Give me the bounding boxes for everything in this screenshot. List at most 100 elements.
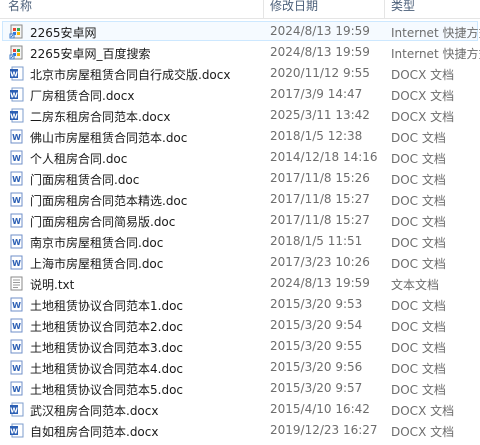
file-row[interactable]: W 门面房租房合同范本精选.doc 2017/11/8 15:27 DOC 文档 <box>0 189 480 210</box>
file-row[interactable]: W 二房东租房合同范本.docx 2025/3/11 13:42 DOCX 文档 <box>0 105 480 126</box>
file-name[interactable]: 说明.txt <box>30 276 74 293</box>
svg-text:W: W <box>12 175 21 184</box>
file-modified-date: 2024/8/13 19:59 <box>270 24 370 38</box>
file-row[interactable]: W 门面房租赁合同.doc 2017/11/8 15:26 DOC 文档 <box>0 168 480 189</box>
file-modified-date: 2020/11/12 9:55 <box>270 66 370 80</box>
file-name[interactable]: 2265安卓网 <box>30 24 97 41</box>
file-row[interactable]: W 土地租赁协议合同范本5.doc 2015/3/20 9:57 DOC 文档 <box>0 378 480 399</box>
file-name[interactable]: 土地租赁协议合同范本4.doc <box>30 360 183 377</box>
svg-text:W: W <box>12 154 21 163</box>
column-header-name[interactable]: 名称 <box>8 0 32 14</box>
file-row[interactable]: W 土地租赁协议合同范本2.doc 2015/3/20 9:54 DOC 文档 <box>0 315 480 336</box>
file-row[interactable]: W 北京市房屋租赁合同自行成交版.docx 2020/11/12 9:55 DOCX … <box>0 63 480 84</box>
svg-text:W: W <box>10 71 18 79</box>
file-row[interactable]: W 个人租房合同.doc 2014/12/18 14:16 DOC 文档 <box>0 147 480 168</box>
file-row[interactable]: W 武汉租房合同范本.docx 2015/4/10 16:42 DOCX 文档 <box>0 399 480 420</box>
file-modified-date: 2018/1/5 12:38 <box>270 129 363 143</box>
file-name[interactable]: 门面房租房合同简易版.doc <box>30 213 175 230</box>
file-type: DOC 文档 <box>391 173 446 187</box>
file-row[interactable]: W 门面房租房合同简易版.doc 2017/11/8 15:27 DOC 文档 <box>0 210 480 231</box>
file-type: DOC 文档 <box>391 257 446 271</box>
word-doc-icon: W <box>9 297 24 312</box>
file-type: DOCX 文档 <box>391 68 455 82</box>
file-name[interactable]: 南京市房屋租赁合同.doc <box>30 234 163 251</box>
file-row[interactable]: 2265安卓网_百度搜索 2024/8/13 19:59 Internet 快捷方式 <box>0 42 480 63</box>
column-divider[interactable] <box>263 0 264 18</box>
file-name[interactable]: 厂房租赁合同.docx <box>30 87 134 104</box>
file-name[interactable]: 门面房租房合同范本精选.doc <box>30 192 187 209</box>
word-doc-icon: W <box>9 381 24 396</box>
file-type: DOC 文档 <box>391 215 446 229</box>
file-row[interactable]: W 自如租房合同范本.docx 2019/12/23 16:27 DOCX 文档 <box>0 420 480 441</box>
word-docx-icon: W <box>9 402 24 417</box>
file-row[interactable]: W 南京市房屋租赁合同.doc 2018/1/5 11:51 DOC 文档 <box>0 231 480 252</box>
file-type: DOCX 文档 <box>391 404 455 418</box>
word-doc-icon: W <box>9 171 24 186</box>
file-type: DOCX 文档 <box>391 110 455 124</box>
word-doc-icon: W <box>9 192 24 207</box>
svg-text:W: W <box>12 259 21 268</box>
file-type: DOC 文档 <box>391 236 446 250</box>
file-type: DOC 文档 <box>391 152 446 166</box>
file-name[interactable]: 土地租赁协议合同范本1.doc <box>30 297 183 314</box>
svg-text:W: W <box>12 385 21 394</box>
file-name[interactable]: 2265安卓网_百度搜索 <box>30 45 151 62</box>
file-type: DOCX 文档 <box>391 425 455 439</box>
file-type: 文本文档 <box>391 278 440 292</box>
file-type: DOCX 文档 <box>391 89 455 103</box>
file-modified-date: 2017/3/9 14:47 <box>270 87 363 101</box>
file-row[interactable]: 说明.txt 2024/8/13 19:59 文本文档 <box>0 273 480 294</box>
column-header-type[interactable]: 类型 <box>391 0 415 14</box>
file-row[interactable]: W 土地租赁协议合同范本4.doc 2015/3/20 9:56 DOC 文档 <box>0 357 480 378</box>
word-doc-icon: W <box>9 150 24 165</box>
file-modified-date: 2024/8/13 19:59 <box>270 45 370 59</box>
word-docx-icon: W <box>9 66 24 81</box>
file-modified-date: 2017/11/8 15:26 <box>270 171 370 185</box>
file-name[interactable]: 上海市房屋租赁合同.doc <box>30 255 163 272</box>
file-name[interactable]: 土地租赁协议合同范本3.doc <box>30 339 183 356</box>
file-row[interactable]: W 上海市房屋租赁合同.doc 2017/3/23 10:26 DOC 文档 <box>0 252 480 273</box>
file-name[interactable]: 佛山市房屋租赁合同范本.doc <box>30 129 187 146</box>
file-row[interactable]: 2265安卓网 2024/8/13 19:59 Internet 快捷方式 <box>0 21 480 42</box>
file-name[interactable]: 门面房租赁合同.doc <box>30 171 139 188</box>
column-divider[interactable] <box>384 0 385 18</box>
file-row[interactable]: W 厂房租赁合同.docx 2017/3/9 14:47 DOCX 文档 <box>0 84 480 105</box>
word-doc-icon: W <box>9 213 24 228</box>
file-modified-date: 2017/11/8 15:27 <box>270 213 370 227</box>
file-name[interactable]: 二房东租房合同范本.docx <box>30 108 170 125</box>
file-row[interactable]: W 佛山市房屋租赁合同范本.doc 2018/1/5 12:38 DOC 文档 <box>0 126 480 147</box>
svg-text:W: W <box>10 407 18 415</box>
file-name[interactable]: 土地租赁协议合同范本5.doc <box>30 381 183 398</box>
word-docx-icon: W <box>9 87 24 102</box>
svg-text:W: W <box>12 343 21 352</box>
file-type: DOC 文档 <box>391 299 446 313</box>
word-doc-icon: W <box>9 339 24 354</box>
file-modified-date: 2015/3/20 9:56 <box>270 360 363 374</box>
word-docx-icon: W <box>9 108 24 123</box>
file-row[interactable]: W 土地租赁协议合同范本3.doc 2015/3/20 9:55 DOC 文档 <box>0 336 480 357</box>
svg-text:W: W <box>12 196 21 205</box>
file-modified-date: 2025/3/11 13:42 <box>270 108 370 122</box>
column-header-date[interactable]: 修改日期 <box>270 0 318 14</box>
word-doc-icon: W <box>9 255 24 270</box>
file-name[interactable]: 个人租房合同.doc <box>30 150 127 167</box>
text-file-icon <box>9 276 24 291</box>
file-type: DOC 文档 <box>391 194 446 208</box>
file-type: Internet 快捷方式 <box>391 47 480 61</box>
file-modified-date: 2024/8/13 19:59 <box>270 276 370 290</box>
file-type: DOC 文档 <box>391 341 446 355</box>
file-name[interactable]: 自如租房合同范本.docx <box>30 423 158 440</box>
file-name[interactable]: 北京市房屋租赁合同自行成交版.docx <box>30 66 230 83</box>
svg-text:W: W <box>12 133 21 142</box>
file-type: DOC 文档 <box>391 362 446 376</box>
file-row[interactable]: W 土地租赁协议合同范本1.doc 2015/3/20 9:53 DOC 文档 <box>0 294 480 315</box>
word-doc-icon: W <box>9 318 24 333</box>
svg-text:W: W <box>12 301 21 310</box>
word-doc-icon: W <box>9 360 24 375</box>
file-name[interactable]: 土地租赁协议合同范本2.doc <box>30 318 183 335</box>
svg-text:W: W <box>12 217 21 226</box>
file-modified-date: 2015/3/20 9:53 <box>270 297 363 311</box>
file-name[interactable]: 武汉租房合同范本.docx <box>30 402 158 419</box>
svg-text:W: W <box>12 238 21 247</box>
svg-text:W: W <box>12 322 21 331</box>
